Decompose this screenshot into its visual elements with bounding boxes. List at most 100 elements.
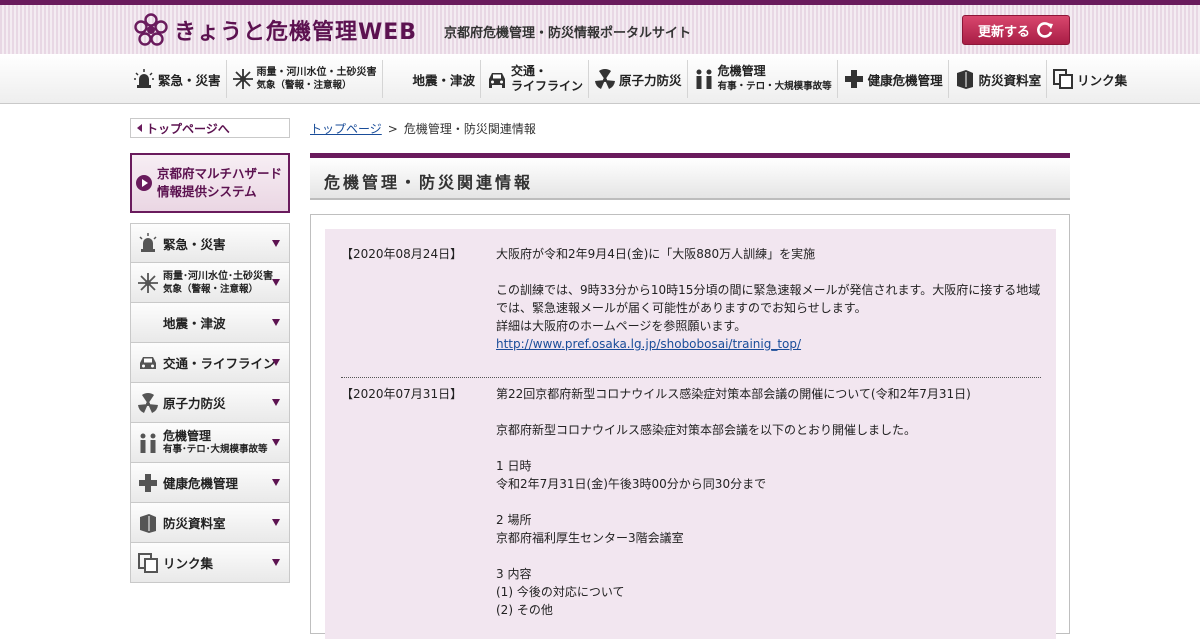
site-tagline: 京都府危機管理・防災情報ポータルサイト <box>444 26 692 41</box>
gnav-label: リンク集 <box>1077 72 1128 88</box>
side-item-label: 原子力防災 <box>163 396 226 411</box>
banner-text: 京都府マルチハザード 情報提供システム <box>157 166 283 199</box>
side-item-label: 雨量･河川水位･土砂災害 気象（警報・注意報） <box>163 270 273 295</box>
gnav-label: 健康危機管理 <box>867 72 943 88</box>
radiation-icon <box>138 392 158 413</box>
cross-icon <box>844 70 863 88</box>
osaka-training-link[interactable]: http://www.pref.osaka.lg.jp/shobobosai/t… <box>496 337 801 351</box>
gnav-label: 防災資料室 <box>978 72 1042 88</box>
car-icon <box>140 356 156 369</box>
siren-icon <box>134 69 154 88</box>
side-item-label: リンク集 <box>163 556 214 571</box>
page-title: 危機管理・防災関連情報 <box>324 173 534 192</box>
news-line <box>496 547 1041 565</box>
burst-icon <box>138 272 158 293</box>
news-line <box>496 263 1041 281</box>
news-line: (2) その他 <box>496 603 553 617</box>
site-header: きょうと危機管理WEB 京都府危機管理・防災情報ポータルサイト 更新する <box>0 0 1200 54</box>
news-headline: 大阪府が令和2年9月4日(金)に「大阪880万人訓練」を実施 <box>496 247 816 261</box>
gnav-label: 雨量・河川水位・土砂災害 気象（警報・注意報） <box>256 67 377 91</box>
gnav-label: 緊急・災害 <box>158 72 221 88</box>
gnav-item-health[interactable]: 健康危機管理 <box>838 60 949 98</box>
news-date: 【2020年08月24日】 <box>341 247 463 261</box>
news-headline: 第22回京都府新型コロナウイルス感染症対策本部会議の開催について(令和2年7月3… <box>496 387 971 401</box>
book-icon <box>956 70 973 89</box>
breadcrumb-home-link[interactable]: トップページ <box>310 122 382 136</box>
triangle-down-icon <box>272 319 280 326</box>
link-icon <box>138 552 158 573</box>
side-item-label: 防災資料室 <box>163 516 226 531</box>
side-item-earthquake[interactable]: 地震・津波 <box>130 303 290 343</box>
breadcrumb-current: 危機管理・防災関連情報 <box>403 122 536 136</box>
news-container: 【2020年08月24日】 大阪府が令和2年9月4日(金)に「大阪880万人訓練… <box>310 214 1070 639</box>
cross-icon <box>139 473 157 492</box>
triangle-down-icon <box>272 479 280 486</box>
gnav-item-links[interactable]: リンク集 <box>1047 60 1132 98</box>
gnav-item-crisis[interactable]: 危機管理 有事・テロ・大規模事故等 <box>688 60 838 98</box>
triangle-down-icon <box>272 439 280 446</box>
side-item-label: 健康危機管理 <box>163 476 239 491</box>
news-line: この訓練では、9時33分から10時15分頃の間に緊急速報メールが発信されます。大… <box>496 283 1041 315</box>
multi-hazard-banner[interactable]: 京都府マルチハザード 情報提供システム <box>130 153 290 213</box>
triangle-down-icon <box>272 359 280 366</box>
breadcrumb: トップページ > 危機管理・防災関連情報 <box>310 120 536 137</box>
moon-icon <box>145 313 154 332</box>
side-item-nuclear[interactable]: 原子力防災 <box>130 383 290 423</box>
news-line <box>496 439 1041 457</box>
top-page-link[interactable]: トップページへ <box>130 118 290 138</box>
car-icon <box>489 73 506 88</box>
side-item-links[interactable]: リンク集 <box>130 543 290 583</box>
side-item-label: 危機管理 有事･テロ･大規模事故等 <box>163 428 268 455</box>
side-item-crisis[interactable]: 危機管理 有事･テロ･大規模事故等 <box>130 423 290 463</box>
play-icon <box>136 175 152 191</box>
triangle-down-icon <box>272 240 280 247</box>
triangle-down-icon <box>272 559 280 566</box>
news-list: 【2020年08月24日】 大阪府が令和2年9月4日(金)に「大阪880万人訓練… <box>325 229 1056 639</box>
siren-icon <box>139 233 157 252</box>
side-item-rainfall[interactable]: 雨量･河川水位･土砂災害 気象（警報・注意報） <box>130 263 290 303</box>
gnav-item-archive[interactable]: 防災資料室 <box>949 60 1048 98</box>
triangle-down-icon <box>272 279 280 286</box>
refresh-label: 更新する <box>977 24 1030 40</box>
news-line: (1) 今後の対応について <box>496 585 625 599</box>
triangle-down-icon <box>272 519 280 526</box>
site-title: きょうと危機管理WEB <box>174 20 418 45</box>
news-line: 京都府新型コロナウイルス感染症対策本部会議を以下のとおり開催しました。 <box>496 423 917 437</box>
news-line: 1 日時 <box>496 459 532 473</box>
side-item-traffic[interactable]: 交通・ライフライン <box>130 343 290 383</box>
side-item-label: 地震・津波 <box>163 316 226 331</box>
news-line: 詳細は大阪府のホームページを参照願います。 <box>496 319 747 333</box>
news-body: 第22回京都府新型コロナウイルス感染症対策本部会議の開催について(令和2年7月3… <box>496 385 1041 619</box>
side-item-label: 交通・ライフライン <box>163 356 276 371</box>
news-divider <box>341 377 1041 378</box>
news-line: 京都府福利厚生センター3階会議室 <box>496 531 684 545</box>
breadcrumb-separator: > <box>387 122 398 136</box>
gnav-label: 交通・ ライフライン <box>511 64 584 93</box>
top-page-link-label: トップページへ <box>146 121 230 136</box>
global-nav: 緊急・災害 雨量・河川水位・土砂災害 気象（警報・注意報） 地震・津波 交通・ ライ… <box>0 54 1200 104</box>
gnav-item-rainfall[interactable]: 雨量・河川水位・土砂災害 気象（警報・注意報） <box>227 60 383 98</box>
flower-emblem-icon <box>134 13 168 46</box>
gnav-item-earthquake[interactable]: 地震・津波 <box>383 60 482 98</box>
news-line <box>496 403 1041 421</box>
triangle-down-icon <box>272 399 280 406</box>
news-body: 大阪府が令和2年9月4日(金)に「大阪880万人訓練」を実施 この訓練では、9時… <box>496 245 1041 353</box>
site-logo[interactable]: きょうと危機管理WEB <box>134 10 434 50</box>
people-icon <box>696 69 712 89</box>
news-line: 3 内容 <box>496 567 532 581</box>
side-item-archive[interactable]: 防災資料室 <box>130 503 290 543</box>
news-line: 令和2年7月31日(金)午後3時00分から同30分まで <box>496 477 767 491</box>
news-line: 2 場所 <box>496 513 532 527</box>
page-title-bar: 危機管理・防災関連情報 <box>310 153 1070 200</box>
side-item-health[interactable]: 健康危機管理 <box>130 463 290 503</box>
refresh-button[interactable]: 更新する <box>962 15 1070 45</box>
news-line <box>496 493 1041 511</box>
gnav-item-emergency[interactable]: 緊急・災害 <box>128 60 227 98</box>
gnav-item-nuclear[interactable]: 原子力防災 <box>589 60 688 98</box>
gnav-label: 地震・津波 <box>412 72 476 88</box>
side-item-emergency[interactable]: 緊急・災害 <box>130 223 290 263</box>
people-icon <box>140 433 156 453</box>
triangle-left-icon <box>137 124 142 132</box>
gnav-item-traffic[interactable]: 交通・ ライフライン <box>481 60 590 98</box>
gnav-label: 危機管理 有事・テロ・大規模事故等 <box>717 64 832 92</box>
